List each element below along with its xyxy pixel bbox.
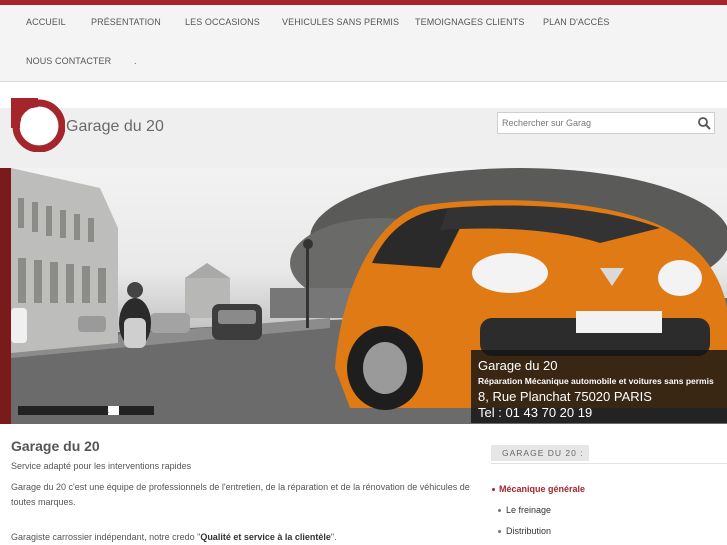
sidebar-item-distribution[interactable]: Distribution: [506, 526, 551, 536]
nav-presentation[interactable]: PRÉSENTATION: [91, 17, 161, 27]
caption-subtitle: Réparation Mécanique automobile et voitu…: [478, 376, 714, 386]
bullet-icon: [498, 530, 501, 533]
hero-caption: Garage du 20 Réparation Mécanique automo…: [471, 350, 727, 423]
slider-current-indicator[interactable]: [108, 406, 119, 415]
nav-plan-acces[interactable]: PLAN D'ACCÈS: [543, 17, 609, 27]
slider-number: 1: [106, 409, 110, 415]
sidebar-item-mecanique-generale[interactable]: Mécanique générale: [499, 484, 585, 494]
sidebar-divider: [491, 463, 727, 464]
nav-temoignages-clients[interactable]: TEMOIGNAGES CLIENTS: [415, 17, 524, 27]
search-icon[interactable]: [697, 116, 711, 130]
nav-vehicules-sans-permis[interactable]: VEHICULES SANS PERMIS: [282, 17, 399, 27]
nav-accueil[interactable]: ACCUEIL: [26, 17, 66, 27]
credo-bold: Qualité et service à la clientèle: [200, 532, 331, 542]
credo-suffix: ".: [330, 532, 337, 542]
page-title: Garage du 20: [11, 438, 100, 454]
sidebar-item-le-freinage[interactable]: Le freinage: [506, 505, 551, 515]
caption-address: 8, Rue Planchat 75020 PARIS: [478, 389, 652, 404]
garage-logo-icon[interactable]: [11, 98, 65, 152]
main-navigation: ACCUEIL PRÉSENTATION LES OCCASIONS VEHIC…: [0, 5, 727, 82]
nav-dot-item[interactable]: .: [134, 56, 137, 66]
logo-text[interactable]: Garage du 20: [66, 118, 164, 136]
hero-left-accent: [0, 168, 11, 424]
sidebar-heading: GARAGE DU 20 :: [491, 445, 589, 461]
bullet-icon: [492, 488, 495, 491]
intro-paragraph: Garage du 20 c'est une équipe de profess…: [11, 482, 470, 507]
credo-prefix: Garagiste carrossier indépendant, notre …: [11, 532, 201, 542]
credo-paragraph: Garagiste carrossier indépendant, notre …: [11, 532, 337, 542]
nav-les-occasions[interactable]: LES OCCASIONS: [185, 17, 260, 27]
slider-progress-bar[interactable]: [18, 406, 154, 415]
nav-nous-contacter[interactable]: NOUS CONTACTER: [26, 56, 111, 66]
caption-telephone: Tel : 01 43 70 20 19: [478, 405, 593, 420]
search-input[interactable]: [502, 115, 692, 131]
search-box: [497, 112, 715, 134]
page-subtitle: Service adapté pour les interventions ra…: [11, 461, 192, 471]
caption-title: Garage du 20: [478, 358, 558, 373]
bullet-icon: [498, 509, 501, 512]
